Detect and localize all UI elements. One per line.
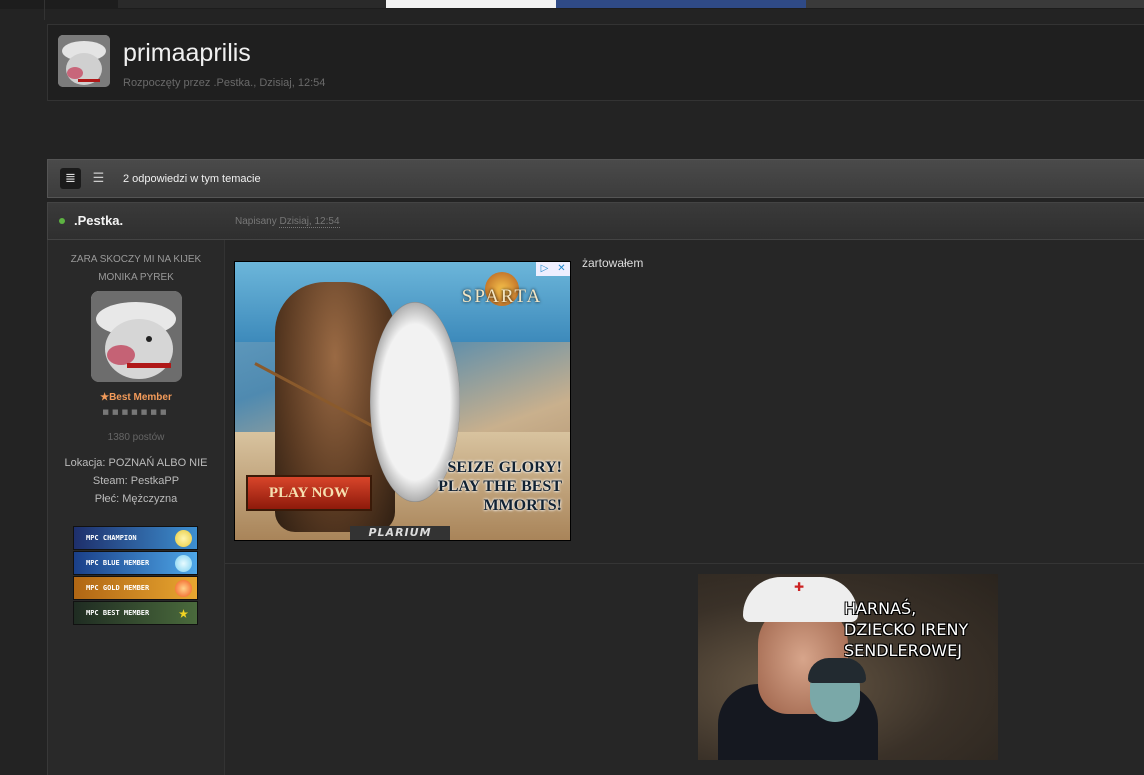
post-text: żartowałem <box>582 256 644 270</box>
page-title: primaaprilis <box>123 39 251 67</box>
star-badge-icon <box>175 580 192 597</box>
topic-toolbar: ≣ ☰ 2 odpowiedzi w tym temacie <box>47 159 1144 198</box>
topic-meta: Rozpoczęty przez .Pestka., Dzisiaj, 12:5… <box>123 77 326 89</box>
globe-icon <box>175 555 192 572</box>
post-count: 1380 postów <box>107 432 165 443</box>
advertisement-banner[interactable]: SPARTA ▷ ✕ SEIZE GLORY! PLAY THE BEST MM… <box>234 261 571 541</box>
trophy-icon <box>175 530 192 547</box>
compact-view-icon[interactable]: ☰ <box>88 168 109 189</box>
badge-champion: mpc champion <box>73 526 198 550</box>
post-body: ZARA SKOCZY MI NA KIJEK MONIKA PYREK ★Be… <box>47 240 1144 775</box>
reply-count: 2 odpowiedzi w tym temacie <box>123 173 261 185</box>
ad-choices[interactable]: ▷ ✕ <box>536 262 570 276</box>
posted-date[interactable]: Dzisiaj, 12:54 <box>279 216 340 228</box>
user-tagline-1: ZARA SKOCZY MI NA KIJEK <box>70 254 202 265</box>
badge-list: mpc champion mpc blue member mpc gold me… <box>73 526 198 626</box>
left-divider <box>44 0 45 20</box>
user-gender: Płeć: Mężczyzna <box>94 493 178 505</box>
play-now-button[interactable]: PLAY NOW <box>246 475 372 511</box>
meme-caption: HARNAŚ, DZIECKO IRENY SENDLEROWEJ <box>844 599 969 660</box>
post-divider <box>225 563 1144 564</box>
adchoices-icon[interactable]: ▷ <box>536 262 553 276</box>
rank-pips: ■■■■■■■ <box>102 408 170 416</box>
post-date: Napisany Dzisiaj, 12:54 <box>235 216 340 228</box>
badge-blue-member: mpc blue member <box>73 551 198 575</box>
posted-label: Napisany <box>235 216 277 227</box>
post-header: .Pestka. Napisany Dzisiaj, 12:54 <box>47 202 1144 240</box>
top-banner[interactable] <box>118 0 1144 8</box>
user-steam: Steam: PestkaPP <box>92 475 180 487</box>
full-view-icon[interactable]: ≣ <box>60 168 81 189</box>
post-author[interactable]: .Pestka. <box>74 213 123 228</box>
badge-gold-member: mpc gold member <box>73 576 198 600</box>
user-rank: ★Best Member <box>100 392 172 403</box>
ad-tagline: SEIZE GLORY! PLAY THE BEST MMORTS! <box>438 459 562 514</box>
badge-best-member: mpc best member ★ <box>73 601 198 625</box>
author-sidebar: ZARA SKOCZY MI NA KIJEK MONIKA PYREK ★Be… <box>48 240 225 775</box>
topic-header: primaaprilis Rozpoczęty przez .Pestka., … <box>47 24 1144 101</box>
user-tagline-2: MONIKA PYREK <box>98 272 174 283</box>
plarium-logo: PLARIUM <box>350 526 450 540</box>
user-avatar[interactable] <box>91 291 182 382</box>
online-status-icon <box>59 218 65 224</box>
meme-image: ✚ HARNAŚ, DZIECKO IRENY SENDLEROWEJ <box>698 574 998 760</box>
top-strip <box>0 0 1144 20</box>
sparta-logo: SPARTA <box>457 272 547 328</box>
author-avatar[interactable] <box>58 35 110 87</box>
user-location: Lokacja: POZNAŃ ALBO NIE <box>64 457 208 469</box>
red-cross-icon: ✚ <box>794 580 805 594</box>
star-icon: ★ <box>178 603 189 623</box>
post-content: SPARTA ▷ ✕ SEIZE GLORY! PLAY THE BEST MM… <box>225 240 1144 775</box>
close-icon[interactable]: ✕ <box>553 262 570 276</box>
